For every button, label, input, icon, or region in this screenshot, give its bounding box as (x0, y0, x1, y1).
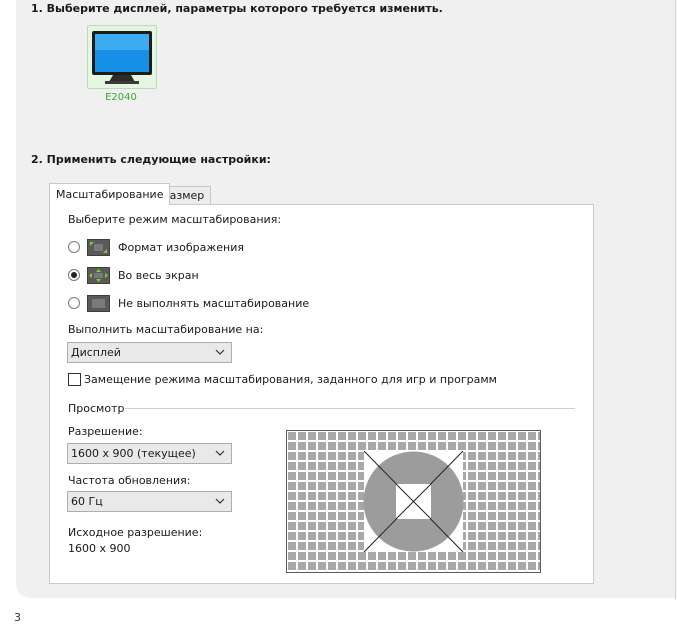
step3-title-partial: 3 (14, 611, 21, 624)
preview-section-label: Просмотр (68, 402, 125, 415)
monitor-icon (92, 31, 152, 84)
native-resolution-label: Исходное разрешение: (68, 526, 203, 539)
radio-full-screen[interactable] (68, 269, 80, 281)
native-resolution-value: 1600 x 900 (68, 542, 131, 555)
perform-on-select[interactable]: Дисплей (67, 342, 232, 363)
display-name: E2040 (105, 92, 137, 103)
chevron-down-icon (215, 450, 225, 456)
resolution-select[interactable]: 1600 x 900 (текущее) (67, 443, 232, 464)
no-scaling-icon (87, 295, 110, 312)
refresh-rate-select[interactable]: 60 Гц (67, 491, 232, 512)
scaling-mode-label: Выберите режим масштабирования: (68, 213, 282, 226)
full-screen-icon (87, 267, 110, 284)
chevron-down-icon (215, 498, 225, 504)
resolution-label: Разрешение: (68, 425, 143, 438)
step2-title: 2. Применить следующие настройки: (31, 153, 271, 166)
override-scaling-checkbox[interactable] (68, 373, 81, 386)
radio-no-scaling[interactable] (68, 297, 80, 309)
override-scaling-label: Замещение режима масштабирования, заданн… (84, 373, 497, 386)
chevron-down-icon (215, 349, 225, 355)
tab-scaling[interactable]: Масштабирование (49, 183, 171, 205)
display-tile-e2040[interactable] (87, 25, 157, 89)
radio-aspect-ratio[interactable] (68, 241, 80, 253)
mode-label-full-screen: Во весь экран (118, 269, 199, 282)
panel-border (675, 0, 676, 600)
perform-on-label: Выполнить масштабирование на: (68, 323, 264, 336)
mode-label-aspect-ratio: Формат изображения (118, 241, 244, 254)
preview-divider (125, 408, 575, 409)
scaling-preview (286, 430, 541, 573)
resolution-value: 1600 x 900 (текущее) (71, 447, 196, 460)
aspect-ratio-icon (87, 239, 110, 256)
perform-on-value: Дисплей (71, 346, 121, 359)
mode-label-no-scaling: Не выполнять масштабирование (118, 297, 310, 310)
test-pattern-image (287, 431, 540, 572)
step1-title: 1. Выберите дисплей, параметры которого … (31, 2, 443, 15)
refresh-rate-label: Частота обновления: (68, 474, 191, 487)
refresh-rate-value: 60 Гц (71, 495, 103, 508)
